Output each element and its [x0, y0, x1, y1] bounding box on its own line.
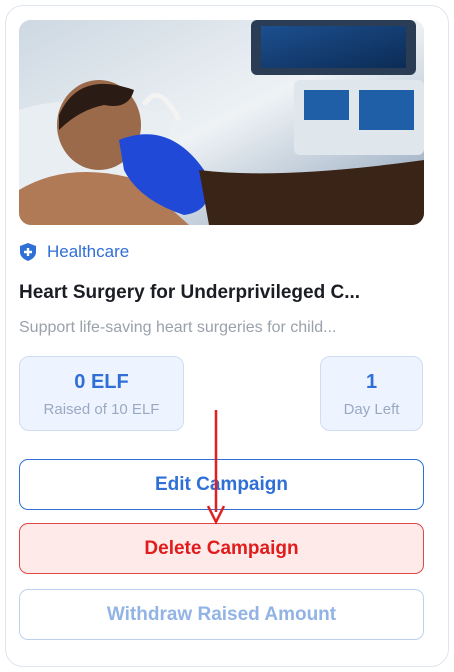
campaign-title: Heart Surgery for Underprivileged C...	[19, 282, 361, 303]
edit-campaign-button[interactable]: Edit Campaign	[19, 459, 424, 510]
campaign-description: Support life-saving heart surgeries for …	[19, 319, 337, 336]
raised-value: 0 ELF	[74, 371, 129, 393]
days-left-label: Day Left	[343, 401, 400, 418]
category-label: Healthcare	[47, 242, 130, 261]
delete-campaign-button[interactable]: Delete Campaign	[19, 523, 424, 574]
days-left-stat: 1 Day Left	[320, 356, 423, 431]
shield-icon	[19, 242, 37, 262]
withdraw-raised-amount-button[interactable]: Withdraw Raised Amount	[19, 589, 424, 640]
days-left-value: 1	[365, 371, 378, 393]
raised-label: Raised of 10 ELF	[43, 401, 160, 418]
raised-stat: 0 ELF Raised of 10 ELF	[19, 356, 184, 431]
category-tag: Healthcare	[19, 242, 129, 262]
campaign-image	[19, 20, 424, 225]
